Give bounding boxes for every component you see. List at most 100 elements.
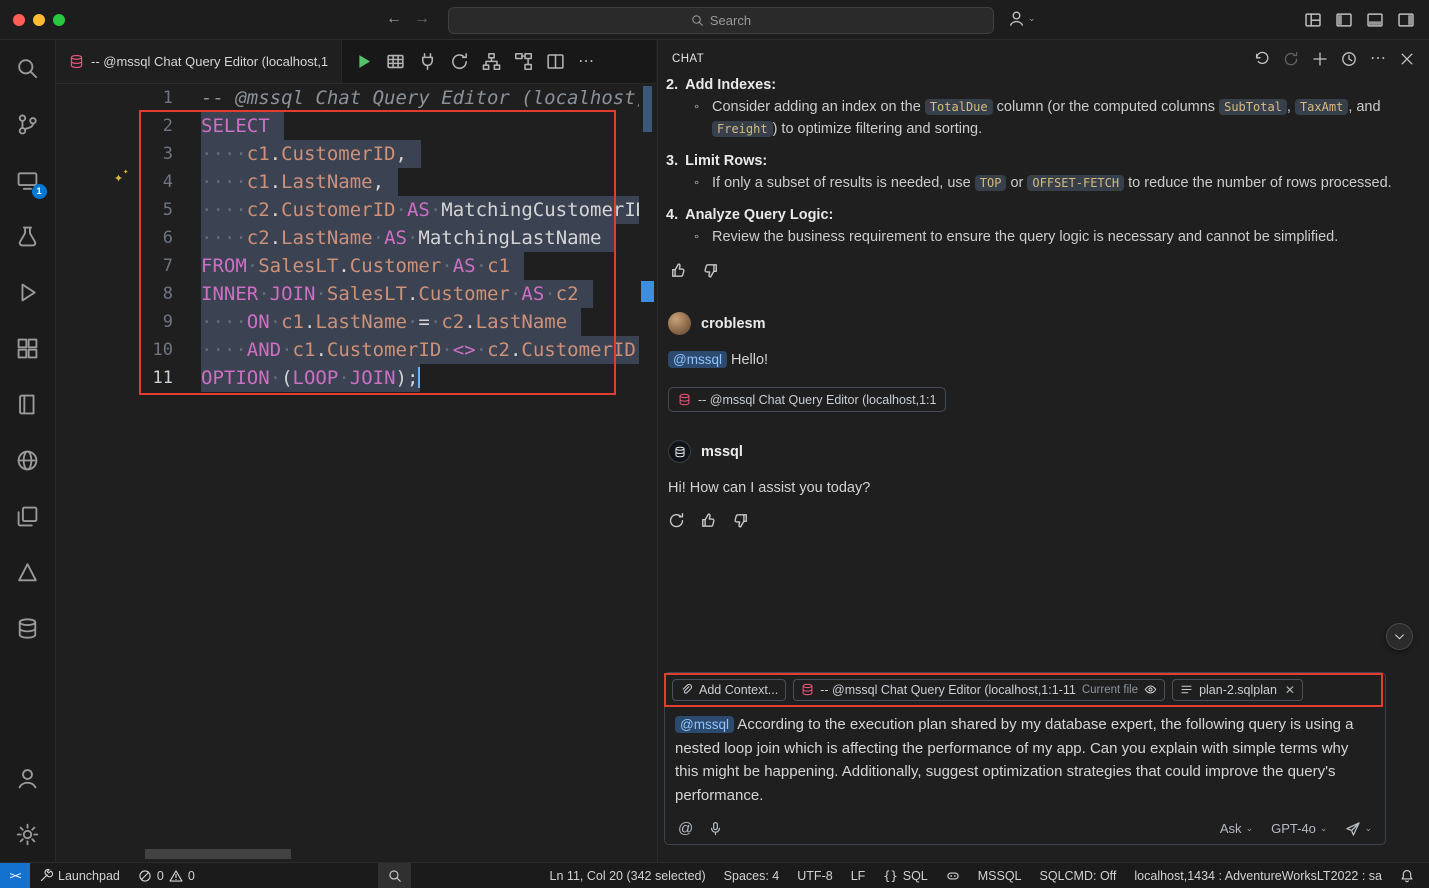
settings-gear-icon[interactable] bbox=[0, 806, 56, 862]
microphone-icon[interactable] bbox=[708, 821, 723, 836]
code-line[interactable]: 10····AND·c1.CustomerID·<>·c2.CustomerID bbox=[56, 336, 639, 364]
current-file-context-chip[interactable]: -- @mssql Chat Query Editor (localhost,1… bbox=[793, 679, 1165, 701]
code-editor[interactable]: ✦✦ 1-- @mssql Chat Query Editor (localho… bbox=[56, 84, 656, 862]
user-message-header: croblesm bbox=[668, 312, 1419, 335]
search-icon[interactable] bbox=[0, 40, 56, 96]
warnings-icon bbox=[169, 869, 183, 883]
results-grid-icon[interactable] bbox=[386, 52, 405, 71]
estimated-plan-icon[interactable] bbox=[514, 52, 533, 71]
copilot-status[interactable] bbox=[937, 863, 969, 888]
run-and-debug-icon[interactable] bbox=[0, 264, 56, 320]
code-line[interactable]: 2SELECT bbox=[56, 112, 639, 140]
notifications-bell-icon[interactable] bbox=[1391, 863, 1423, 888]
split-editor-icon[interactable] bbox=[546, 52, 565, 71]
assistant-message-actions bbox=[668, 512, 1419, 529]
mention-icon[interactable]: @ bbox=[678, 820, 693, 837]
code-line[interactable]: 6····c2.LastName·AS·MatchingLastName bbox=[56, 224, 639, 252]
redo-icon[interactable] bbox=[1283, 51, 1299, 67]
chat-input-toolbar: @ Ask⌄ GPT-4o⌄ ⌄ bbox=[678, 820, 1372, 837]
line-number: 6 bbox=[56, 224, 201, 252]
regenerate-icon[interactable] bbox=[668, 512, 685, 529]
forward-icon[interactable]: → bbox=[414, 9, 430, 29]
schema-hierarchy-icon[interactable] bbox=[482, 52, 501, 71]
horizontal-scrollbar-thumb[interactable] bbox=[145, 849, 291, 859]
mssql-mention-chip[interactable]: @mssql bbox=[668, 351, 727, 368]
code-line[interactable]: 7FROM·SalesLT.Customer·AS·c1 bbox=[56, 252, 639, 280]
remove-attachment-icon[interactable]: ✕ bbox=[1285, 684, 1295, 696]
status-bar: >< Launchpad 0 0 Ln 11, Col 20 (342 sele… bbox=[0, 862, 1429, 888]
thumbs-up-icon[interactable] bbox=[700, 512, 717, 529]
add-context-button[interactable]: Add Context... bbox=[672, 679, 786, 701]
minimize-window-button[interactable] bbox=[33, 14, 45, 26]
send-button[interactable]: ⌄ bbox=[1345, 821, 1372, 837]
customize-layout-icon[interactable] bbox=[1304, 11, 1322, 29]
code-line[interactable]: 11OPTION·(LOOP·JOIN); bbox=[56, 364, 639, 392]
mode-dropdown[interactable]: Ask⌄ bbox=[1220, 821, 1253, 836]
inline-code: SubTotal bbox=[1219, 99, 1287, 115]
eol-status[interactable]: LF bbox=[842, 863, 875, 888]
toggle-panel-icon[interactable] bbox=[1366, 11, 1384, 29]
more-actions-icon[interactable]: ⋯ bbox=[578, 54, 594, 70]
undo-icon[interactable] bbox=[1254, 51, 1270, 67]
code-line[interactable]: 5····c2.CustomerID·AS·MatchingCustomerID… bbox=[56, 196, 639, 224]
code-text: SELECT bbox=[201, 112, 284, 140]
chat-more-icon[interactable]: ⋯ bbox=[1370, 51, 1386, 67]
language-mode-status[interactable]: {} SQL bbox=[874, 863, 936, 888]
database-projects-icon[interactable] bbox=[0, 376, 56, 432]
testing-icon[interactable] bbox=[0, 208, 56, 264]
close-panel-icon[interactable] bbox=[1399, 51, 1415, 67]
toggle-secondary-sidebar-icon[interactable] bbox=[1397, 11, 1415, 29]
back-icon[interactable]: ← bbox=[386, 9, 402, 29]
code-line[interactable]: 3····c1.CustomerID, bbox=[56, 140, 639, 168]
remote-explorer-icon[interactable]: 1 bbox=[0, 152, 56, 208]
code-line[interactable]: 9····ON·c1.LastName·=·c2.LastName bbox=[56, 308, 639, 336]
eye-icon[interactable] bbox=[1144, 683, 1157, 696]
sqlplan-context-chip[interactable]: plan-2.sqlplan ✕ bbox=[1172, 679, 1303, 701]
model-dropdown[interactable]: GPT-4o⌄ bbox=[1271, 821, 1327, 836]
github-icon[interactable] bbox=[0, 432, 56, 488]
activity-bar: 1 bbox=[0, 40, 56, 862]
run-query-icon[interactable] bbox=[354, 52, 373, 71]
cursor-position-status[interactable]: Ln 11, Col 20 (342 selected) bbox=[541, 863, 715, 888]
azure-icon[interactable] bbox=[0, 544, 56, 600]
code-line[interactable]: 1-- @mssql Chat Query Editor (localhost,… bbox=[56, 84, 639, 112]
thumbs-down-icon[interactable] bbox=[732, 512, 749, 529]
connect-plug-icon[interactable] bbox=[418, 52, 437, 71]
command-center-search[interactable]: Search bbox=[448, 7, 994, 34]
extensions-icon[interactable] bbox=[0, 320, 56, 376]
new-chat-icon[interactable] bbox=[1312, 51, 1328, 67]
code-line[interactable]: 8INNER·JOIN·SalesLT.Customer·AS·c2 bbox=[56, 280, 639, 308]
launchpad-status-item[interactable]: Launchpad bbox=[30, 863, 129, 888]
thumbs-down-icon[interactable] bbox=[702, 262, 719, 279]
toggle-sidebar-icon[interactable] bbox=[1335, 11, 1353, 29]
sqlcmd-status[interactable]: SQLCMD: Off bbox=[1031, 863, 1126, 888]
scroll-to-bottom-button[interactable] bbox=[1386, 623, 1413, 650]
encoding-status[interactable]: UTF-8 bbox=[788, 863, 841, 888]
connection-status[interactable]: localhost,1434 : AdventureWorksLT2022 : … bbox=[1125, 863, 1391, 888]
message-attachment-pill[interactable]: -- @mssql Chat Query Editor (localhost,1… bbox=[668, 387, 946, 412]
mssql-status[interactable]: MSSQL bbox=[969, 863, 1031, 888]
indentation-status[interactable]: Spaces: 4 bbox=[715, 863, 789, 888]
change-connection-icon[interactable] bbox=[450, 52, 469, 71]
tab-chat-query-editor[interactable]: -- @mssql Chat Query Editor (localhost,1 bbox=[56, 40, 342, 83]
history-icon[interactable] bbox=[1341, 51, 1357, 67]
account-menu[interactable]: ⌄ bbox=[1008, 10, 1036, 27]
assistant-message-header: mssql bbox=[668, 440, 1419, 463]
zoom-status-item[interactable] bbox=[378, 863, 411, 888]
mssql-mention-chip[interactable]: @mssql bbox=[675, 716, 734, 733]
maximize-window-button[interactable] bbox=[53, 14, 65, 26]
overview-ruler[interactable] bbox=[639, 84, 656, 862]
thumbs-up-icon[interactable] bbox=[670, 262, 687, 279]
accounts-icon[interactable] bbox=[0, 750, 56, 806]
chat-panel: CHAT ⋯ 2.Add Indexes:Consider adding an … bbox=[657, 40, 1429, 862]
source-control-icon[interactable] bbox=[0, 96, 56, 152]
code-line[interactable]: 4····c1.LastName, bbox=[56, 168, 639, 196]
chat-input-box[interactable]: Add Context... -- @mssql Chat Query Edit… bbox=[664, 672, 1386, 845]
close-window-button[interactable] bbox=[13, 14, 25, 26]
live-share-icon[interactable] bbox=[0, 488, 56, 544]
sql-tools-icon[interactable] bbox=[0, 600, 56, 656]
remote-indicator[interactable]: >< bbox=[0, 863, 30, 888]
code-text: FROM·SalesLT.Customer·AS·c1 bbox=[201, 252, 524, 280]
problems-status-item[interactable]: 0 0 bbox=[129, 863, 204, 888]
chat-input-text[interactable]: @mssql According to the execution plan s… bbox=[665, 706, 1385, 807]
